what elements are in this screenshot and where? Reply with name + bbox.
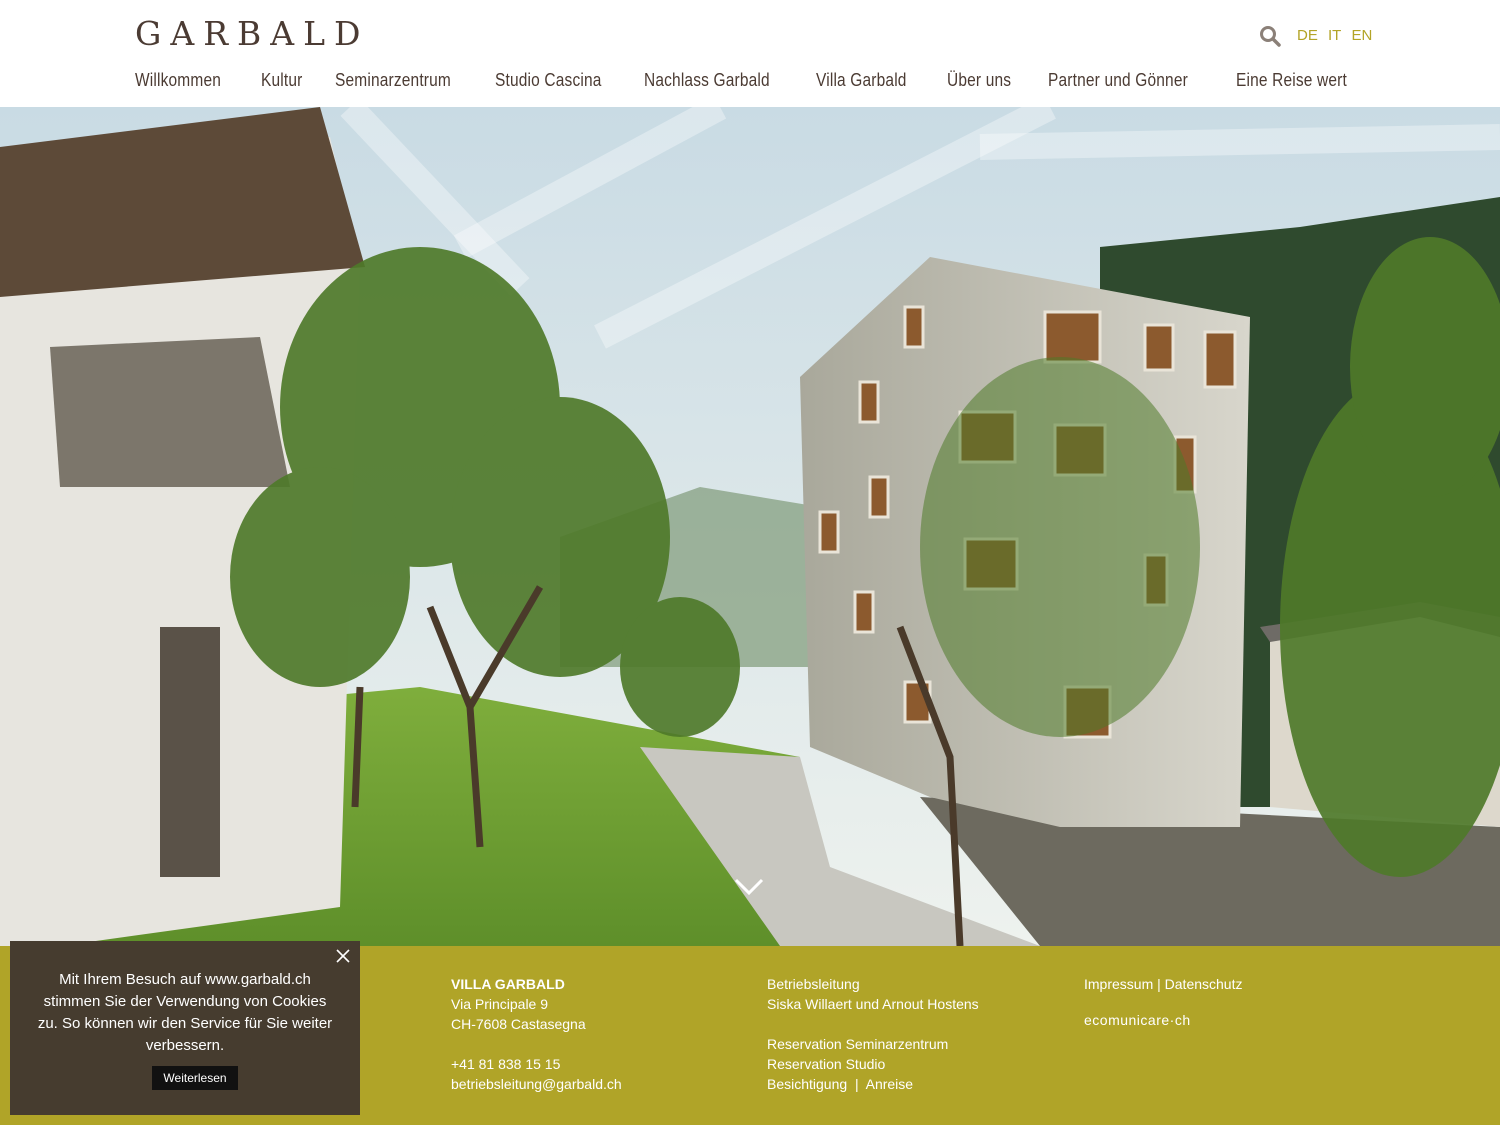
cookie-read-more-button[interactable]: Weiterlesen [152, 1066, 238, 1090]
footer-management-names: Siska Willaert und Arnout Hostens [767, 996, 979, 1012]
nav-seminarzentrum[interactable]: Seminarzentrum [335, 70, 451, 91]
footer-city: CH-7608 Castasegna [451, 1016, 586, 1032]
footer-management-title: Betriebsleitung [767, 976, 860, 992]
lang-en[interactable]: EN [1352, 27, 1373, 44]
nav-eine-reise-wert[interactable]: Eine Reise wert [1236, 70, 1347, 91]
footer-legal-separator: | [1157, 976, 1161, 992]
nav-kultur[interactable]: Kultur [261, 70, 302, 91]
footer-address-title: VILLA GARBALD [451, 976, 565, 992]
footer-email-link[interactable]: betriebsleitung@garbald.ch [451, 1076, 622, 1092]
nav-studio-cascina[interactable]: Studio Cascina [495, 70, 602, 91]
lang-de[interactable]: DE [1297, 27, 1318, 44]
anreise-link[interactable]: Anreise [866, 1076, 913, 1092]
lang-it[interactable]: IT [1328, 27, 1341, 44]
cookie-banner: Mit Ihrem Besuch auf www.garbald.ch stim… [10, 941, 360, 1115]
reservation-seminar-link[interactable]: Reservation Seminarzentrum [767, 1034, 979, 1054]
footer-separator: | [854, 1076, 859, 1092]
ecomunicare-credit-link[interactable]: ecomunicare·ch [1084, 1010, 1242, 1030]
datenschutz-link[interactable]: Datenschutz [1165, 976, 1243, 992]
main-nav: Willkommen Kultur Seminarzentrum Studio … [135, 70, 1365, 91]
language-switcher: DE IT EN [1297, 27, 1378, 44]
hero-image [0, 107, 1500, 946]
close-icon[interactable] [334, 947, 352, 965]
site-logo[interactable]: GARBALD [135, 14, 370, 53]
footer-management: Betriebsleitung Siska Willaert und Arnou… [767, 974, 979, 1094]
cookie-message: Mit Ihrem Besuch auf www.garbald.ch stim… [37, 971, 333, 1054]
nav-ueber-uns[interactable]: Über uns [947, 70, 1011, 91]
footer-street: Via Principale 9 [451, 996, 549, 1012]
hero-photo [0, 107, 1500, 946]
nav-willkommen[interactable]: Willkommen [135, 70, 221, 91]
impressum-link[interactable]: Impressum [1084, 976, 1153, 992]
footer-phone[interactable]: +41 81 838 15 15 [451, 1054, 622, 1074]
besichtigung-link[interactable]: Besichtigung [767, 1076, 847, 1092]
footer-address: VILLA GARBALD Via Principale 9 CH-7608 C… [451, 974, 622, 1094]
nav-villa-garbald[interactable]: Villa Garbald [816, 70, 907, 91]
nav-nachlass-garbald[interactable]: Nachlass Garbald [644, 70, 770, 91]
chevron-down-icon[interactable] [733, 876, 765, 898]
nav-partner-und-goenner[interactable]: Partner und Gönner [1048, 70, 1188, 91]
site-header: GARBALD DE IT EN Willkommen Kultur Semin… [0, 0, 1500, 107]
footer-legal: Impressum | Datenschutz ecomunicare·ch [1084, 974, 1242, 1030]
reservation-studio-link[interactable]: Reservation Studio [767, 1054, 979, 1074]
search-icon[interactable] [1258, 24, 1282, 48]
